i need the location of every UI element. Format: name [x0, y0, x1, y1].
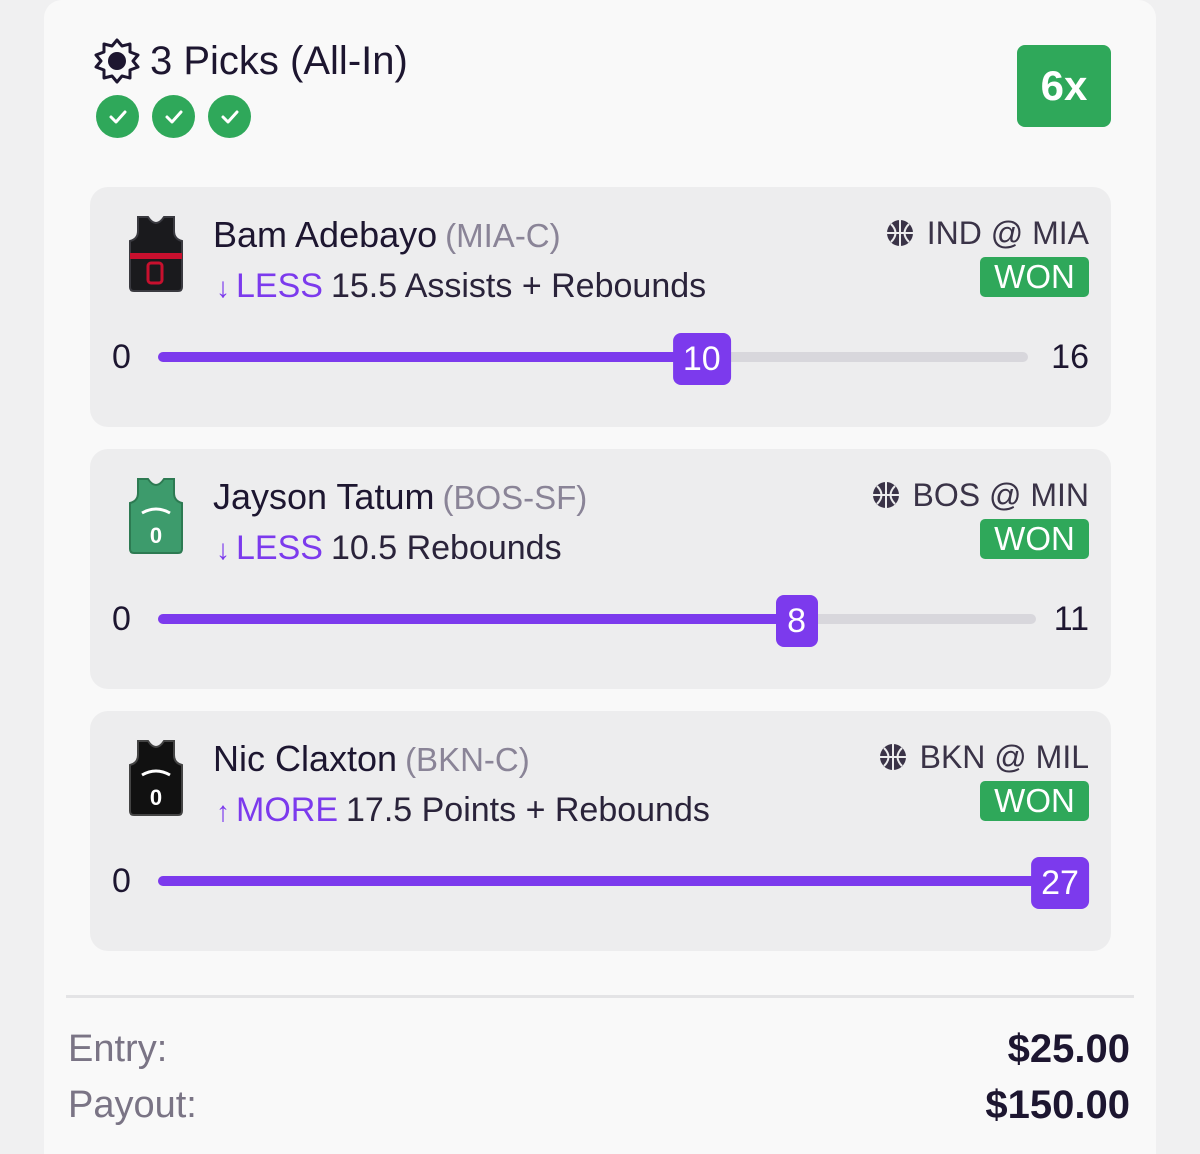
entry-title: 3 Picks (All-In)	[150, 39, 408, 83]
range-min: 0	[112, 862, 131, 900]
entry-card: 3 Picks (All-In) 6x Bam Adebayo (MIA-C) ↓…	[44, 0, 1156, 1154]
matchup: BOS @ MIN	[871, 475, 1089, 515]
actual-value-marker: 10	[672, 333, 731, 385]
range-max: 16	[1051, 338, 1089, 376]
basketball-icon	[879, 744, 906, 770]
jersey-icon: 0	[129, 740, 183, 816]
entry-value: $25.00	[1007, 1027, 1130, 1071]
arrow-down-icon: ↓	[216, 272, 230, 303]
svg-text:0: 0	[150, 523, 162, 548]
pick-card[interactable]: 0 Jayson Tatum (BOS-SF) ↓ LESS 10.5 Rebound…	[90, 449, 1111, 689]
actual-value-marker: 8	[775, 595, 818, 647]
payout-label: Payout:	[68, 1084, 197, 1126]
matchup: BKN @ MIL	[878, 737, 1089, 777]
progress-fill	[158, 876, 1078, 886]
player-name: Bam Adebayo (MIA-C)	[213, 214, 561, 255]
progress-fill	[158, 352, 702, 362]
progress-track	[158, 614, 1036, 624]
pick-card[interactable]: 0 Nic Claxton (BKN-C) ↑ MORE 17.5 Points + …	[90, 711, 1111, 951]
entry-label: Entry:	[68, 1028, 168, 1070]
payout-value: $150.00	[985, 1083, 1130, 1127]
jersey-icon: 0	[129, 478, 183, 554]
pick-line: ↓ LESS 10.5 Rebounds	[216, 529, 562, 567]
range-max: 11	[1053, 600, 1089, 638]
pick-line: ↓ LESS 15.5 Assists + Rebounds	[216, 267, 707, 305]
jersey-icon	[129, 216, 183, 292]
status-badge: WON	[980, 257, 1089, 297]
range-min: 0	[112, 338, 131, 376]
result-checks	[96, 95, 264, 138]
range-min: 0	[112, 600, 131, 638]
actual-value-marker: 27	[1031, 857, 1089, 909]
matchup: IND @ MIA	[885, 213, 1089, 253]
player-name: Jayson Tatum (BOS-SF)	[213, 476, 588, 517]
pick-card[interactable]: Bam Adebayo (MIA-C) ↓ LESS 15.5 Assists + R…	[90, 187, 1111, 427]
arrow-down-icon: ↓	[216, 534, 230, 565]
pick-line: ↑ MORE 17.5 Points + Rebounds	[216, 791, 710, 829]
progress-track	[158, 876, 1078, 886]
status-badge: WON	[980, 781, 1089, 821]
multiplier-badge: 6x	[1017, 45, 1111, 127]
progress-track	[158, 352, 1028, 362]
status-badge: WON	[980, 519, 1089, 559]
basketball-icon	[886, 220, 913, 246]
gear-badge-icon	[94, 38, 140, 84]
basketball-icon	[872, 482, 899, 508]
check-icon	[96, 95, 139, 138]
arrow-up-icon: ↑	[216, 796, 230, 827]
progress-fill	[158, 614, 797, 624]
divider	[66, 995, 1134, 998]
player-name: Nic Claxton (BKN-C)	[213, 738, 530, 779]
entry-header: 3 Picks (All-In)	[92, 36, 408, 86]
check-icon	[152, 95, 195, 138]
svg-text:0: 0	[150, 785, 162, 810]
check-icon	[208, 95, 251, 138]
